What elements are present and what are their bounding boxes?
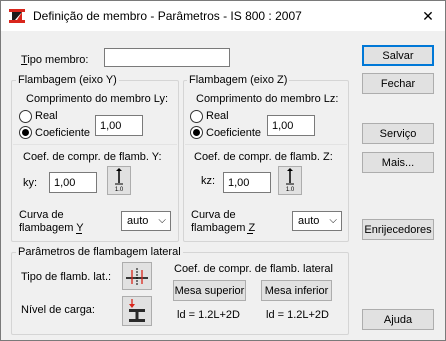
divider-z	[185, 144, 347, 145]
close-icon[interactable]: ✕	[411, 1, 445, 31]
real-y-label: Real	[35, 110, 58, 122]
coef-z-label: Coeficiente	[206, 127, 262, 139]
length-z-input[interactable]: 1,00	[267, 115, 315, 136]
chevron-down-icon: ⌵	[158, 215, 166, 226]
curve-z-select[interactable]: auto ⌵	[292, 211, 342, 231]
ky-label: ky:	[23, 177, 38, 189]
ky-input[interactable]: 1,00	[49, 172, 97, 193]
buckling-z-title: Flambagem (eixo Z)	[187, 74, 290, 86]
real-z-label: Real	[206, 110, 229, 122]
curve-z-label-1: Curva de	[191, 209, 236, 221]
kz-icon-text: 1.0	[286, 187, 295, 193]
title-bar: Definição de membro - Parâmetros - IS 80…	[1, 1, 445, 31]
curve-z-underline	[247, 233, 253, 234]
length-y-label: Comprimento do membro Ly:	[26, 93, 169, 105]
curve-y-label-1: Curva de	[19, 209, 64, 221]
lateral-title: Parâmetros de flambagem lateral	[16, 246, 183, 258]
app-logo-icon	[9, 9, 25, 23]
window-title: Definição de membro - Parâmetros - IS 80…	[33, 9, 302, 23]
buckling-coef-y-button[interactable]: 1.0	[107, 166, 131, 195]
length-y-input[interactable]: 1,00	[95, 115, 143, 136]
curve-y-select[interactable]: auto ⌵	[121, 211, 171, 231]
lateral-type-label: Tipo de flamb. lat.:	[21, 271, 112, 283]
curve-y-value: auto	[127, 215, 149, 227]
real-z-radio[interactable]	[190, 110, 203, 123]
buckling-coef-z-button[interactable]: 1.0	[278, 166, 302, 195]
ld-upper-text: ld = 1.2L+2D	[177, 309, 240, 321]
lower-flange-button[interactable]: Mesa inferior	[261, 280, 332, 301]
curve-y-label-2-text: flambagem Y	[19, 222, 84, 234]
lateral-coef-label: Coef. de compr. de flamb. lateral	[174, 263, 333, 275]
curve-z-label-2-text: flambagem Z	[191, 222, 256, 234]
divider-y	[13, 144, 177, 145]
kcoef-y-label: Coef. de compr. de flamb. Y:	[23, 151, 162, 163]
close-button[interactable]: Fechar	[362, 73, 434, 94]
curve-z-value: auto	[298, 215, 320, 227]
chevron-down-icon: ⌵	[329, 215, 337, 226]
column-buckling-icon: 1.0	[115, 168, 124, 193]
kz-label: kz:	[201, 175, 216, 187]
lateral-type-button[interactable]	[122, 262, 152, 290]
help-button[interactable]: Ajuda	[362, 309, 434, 330]
coef-y-radio[interactable]	[19, 126, 32, 139]
kz-input[interactable]: 1,00	[223, 172, 271, 193]
stiffeners-button[interactable]: Enrijecedores	[362, 219, 434, 240]
member-type-input[interactable]	[104, 48, 230, 67]
buckling-y-title: Flambagem (eixo Y)	[16, 74, 119, 86]
save-button[interactable]: Salvar	[362, 45, 434, 66]
curve-y-label-2: flambagem Y	[19, 222, 84, 234]
member-type-label-text: ipo membro:	[27, 54, 89, 66]
coef-z-radio[interactable]	[190, 126, 203, 139]
member-type-label: Tipo membro:	[21, 54, 89, 66]
service-button[interactable]: Serviço	[362, 123, 434, 144]
kcoef-z-label: Coef. de compr. de flamb. Z:	[194, 151, 333, 163]
dialog-window: Definição de membro - Parâmetros - IS 80…	[0, 0, 446, 341]
real-y-radio[interactable]	[19, 110, 32, 123]
upper-flange-button[interactable]: Mesa superior	[173, 280, 246, 301]
ld-lower-text: ld = 1.2L+2D	[266, 309, 329, 321]
ky-icon-text: 1.0	[115, 187, 124, 193]
more-button[interactable]: Mais...	[362, 152, 434, 173]
load-level-button[interactable]	[122, 296, 152, 326]
curve-z-label-2: flambagem Z	[191, 222, 255, 234]
length-z-label: Comprimento do membro Lz:	[196, 93, 339, 105]
lateral-buckling-icon	[126, 268, 148, 286]
column-buckling-icon: 1.0	[286, 168, 295, 193]
i-beam-load-icon	[129, 299, 145, 322]
coef-y-label: Coeficiente	[35, 127, 91, 139]
load-level-label: Nível de carga:	[21, 304, 95, 316]
curve-y-underline	[76, 233, 82, 234]
